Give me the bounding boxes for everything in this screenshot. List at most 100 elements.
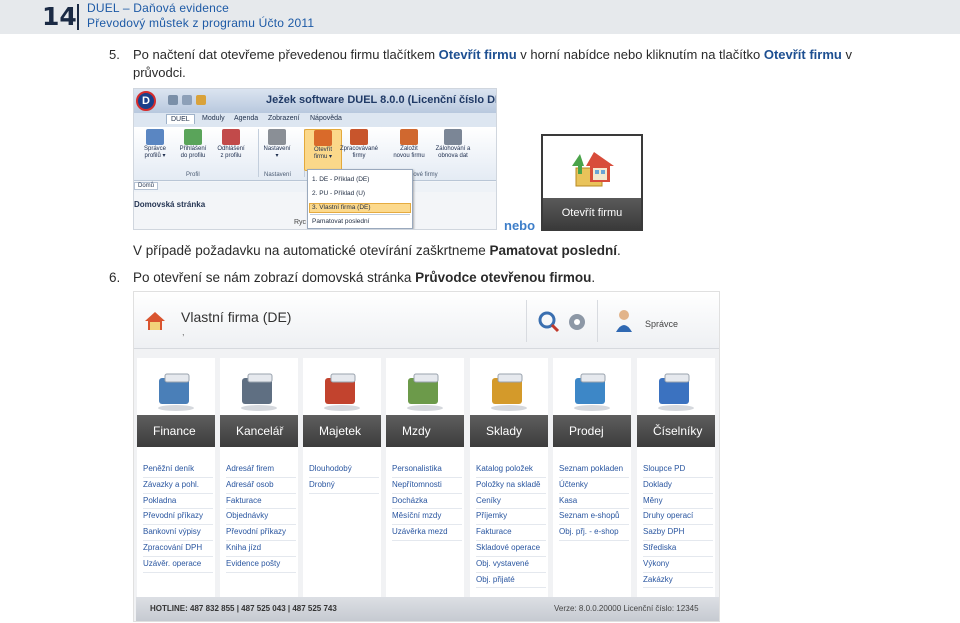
step6-line: Po otevření se nám zobrazí domovská strá…: [133, 269, 595, 286]
step6-bold: Průvodce otevřenou firmou: [415, 270, 592, 285]
ribbon-button-7[interactable]: Zálohování a obnova dat: [434, 129, 472, 171]
ribbon-button-label: Nastavení ▾: [263, 146, 291, 159]
module-links: Adresář firem Adresář osob Fakturace Objedn…: [226, 462, 296, 573]
module-icon[interactable]: [653, 368, 699, 412]
module-link[interactable]: Docházka: [392, 494, 462, 510]
ribbon-button-0[interactable]: Správce profilů ▾: [136, 129, 174, 171]
module-link[interactable]: Personalistika: [392, 462, 462, 478]
settings-icon[interactable]: [182, 95, 192, 105]
step6-text: Po otevření se nám zobrazí domovská strá…: [133, 270, 416, 285]
module-link[interactable]: Převodní příkazy: [226, 525, 296, 541]
module-link[interactable]: Účtenky: [559, 478, 629, 494]
module-icon[interactable]: [236, 368, 282, 412]
duel-app-screenshot: D Ježek software DUEL 8.0.0 (Licenční čí…: [133, 88, 497, 230]
module-icon[interactable]: [486, 368, 532, 412]
dropdown-item-vlastni[interactable]: 3. Vlastní firma (DE): [312, 204, 371, 211]
module-link[interactable]: Drobný: [309, 478, 379, 494]
module-link[interactable]: Seznam e-shopů: [559, 509, 629, 526]
user-name: Správce: [645, 319, 679, 329]
module-link[interactable]: Evidence pošty: [226, 557, 296, 573]
module-link[interactable]: Uzávěr. operace: [143, 557, 213, 573]
module-link[interactable]: Skladové operace: [476, 541, 546, 557]
search-settings-icons[interactable]: [533, 308, 593, 338]
tab-duel[interactable]: DUEL: [166, 114, 195, 124]
module-link[interactable]: Převodní příkazy: [143, 509, 213, 526]
module-link[interactable]: Zpracování DPH: [143, 541, 213, 557]
duel-logo: D: [136, 91, 156, 111]
module-link[interactable]: Střediska: [643, 541, 713, 557]
module-link[interactable]: Obj. vystavené: [476, 557, 546, 573]
home-tab[interactable]: Domů: [134, 182, 159, 190]
user-icon[interactable]: [614, 308, 634, 332]
module-card: Kancelář Adresář firem Adresář osob Faktura…: [220, 358, 298, 616]
quick-access-icon[interactable]: [168, 95, 178, 105]
ribbon-button-5[interactable]: Zpracovávané firmy: [340, 129, 378, 171]
tab-zobrazeni[interactable]: Zobrazení: [264, 114, 304, 123]
ribbon-button-4[interactable]: Otevřít firmu ▾: [304, 129, 342, 171]
module-link[interactable]: Obj. přijaté: [476, 573, 546, 589]
remember-note-end: .: [617, 243, 621, 258]
version-text: Verze: 8.0.0.20000 Licenční číslo: 12345: [554, 604, 699, 613]
module-link[interactable]: Obj. přj. - e-shop: [559, 525, 629, 541]
module-icon[interactable]: [569, 368, 615, 412]
page-number: 14: [42, 2, 77, 31]
module-link[interactable]: Adresář firem: [226, 462, 296, 478]
module-link[interactable]: Kniha jízd: [226, 541, 296, 557]
module-link[interactable]: Závazky a pohl.: [143, 478, 213, 494]
module-button[interactable]: Sklady: [470, 415, 548, 447]
module-link[interactable]: Měsíční mzdy: [392, 509, 462, 526]
logout-icon: [222, 129, 240, 145]
module-icon[interactable]: [319, 368, 365, 412]
module-link[interactable]: Doklady: [643, 478, 713, 494]
dropdown-separator: [310, 214, 410, 215]
module-button[interactable]: Finance: [137, 415, 215, 447]
dropdown-item-remember[interactable]: Pamatovat poslední: [312, 218, 369, 225]
ribbon-button-2[interactable]: Odhlášení z profilu: [212, 129, 250, 171]
module-button[interactable]: Mzdy: [386, 415, 464, 447]
company-subtext: ,: [182, 327, 185, 337]
module-link[interactable]: Druhy operací: [643, 509, 713, 526]
ribbon-button-3[interactable]: Nastavení ▾: [258, 129, 296, 171]
tab-napoveda[interactable]: Nápověda: [306, 114, 346, 123]
module-button[interactable]: Kancelář: [220, 415, 298, 447]
module-link[interactable]: Výkony: [643, 557, 713, 573]
ribbon-button-6[interactable]: Založit novou firmu: [390, 129, 428, 171]
ribbon-button-label: Přihlášení do profilu: [179, 146, 207, 159]
module-icon[interactable]: [402, 368, 448, 412]
tab-agenda[interactable]: Agenda: [230, 114, 262, 123]
dropdown-item-pu[interactable]: 2. PU - Příklad (U): [312, 190, 365, 197]
module-link[interactable]: Ceníky: [476, 494, 546, 510]
module-link[interactable]: Katalog položek: [476, 462, 546, 478]
home-icon[interactable]: [144, 310, 166, 332]
module-link[interactable]: Fakturace: [476, 525, 546, 541]
ribbon-button-1[interactable]: Přihlášení do profilu: [174, 129, 212, 171]
module-link[interactable]: Fakturace: [226, 494, 296, 510]
module-link[interactable]: Kasa: [559, 494, 629, 510]
module-link[interactable]: Dlouhodobý: [309, 462, 379, 478]
module-link[interactable]: Seznam pokladen: [559, 462, 629, 478]
module-link[interactable]: Zakázky: [643, 573, 713, 589]
header-subtitle: Převodový můstek z programu Účto 2011: [87, 16, 315, 30]
module-link[interactable]: Měny: [643, 494, 713, 510]
module-icon[interactable]: [153, 368, 199, 412]
dropdown-item-de[interactable]: 1. DE - Příklad (DE): [312, 176, 369, 183]
lightning-icon[interactable]: [196, 95, 206, 105]
module-link[interactable]: Příjemky: [476, 509, 546, 526]
module-button[interactable]: Číselníky: [637, 415, 715, 447]
open-company-button-image[interactable]: Otevřít firmu: [541, 134, 643, 231]
module-link[interactable]: Peněžní deník: [143, 462, 213, 478]
module-link[interactable]: Uzávěrka mezd: [392, 525, 462, 541]
module-link[interactable]: Pokladna: [143, 494, 213, 510]
module-button[interactable]: Prodej: [553, 415, 631, 447]
module-link[interactable]: Položky na skladě: [476, 478, 546, 494]
module-button[interactable]: Majetek: [303, 415, 381, 447]
module-link[interactable]: Bankovní výpisy: [143, 525, 213, 541]
module-link[interactable]: Adresář osob: [226, 478, 296, 494]
app-title: Ježek software DUEL 8.0.0 (Licenční čísl…: [266, 94, 497, 106]
module-link[interactable]: Nepřítomnosti: [392, 478, 462, 494]
tab-moduly[interactable]: Moduly: [198, 114, 229, 123]
module-link[interactable]: Sazby DPH: [643, 525, 713, 541]
module-link[interactable]: Sloupce PD: [643, 462, 713, 478]
ribbon-button-label: Otevřít firmu ▾: [313, 147, 332, 160]
module-link[interactable]: Objednávky: [226, 509, 296, 526]
